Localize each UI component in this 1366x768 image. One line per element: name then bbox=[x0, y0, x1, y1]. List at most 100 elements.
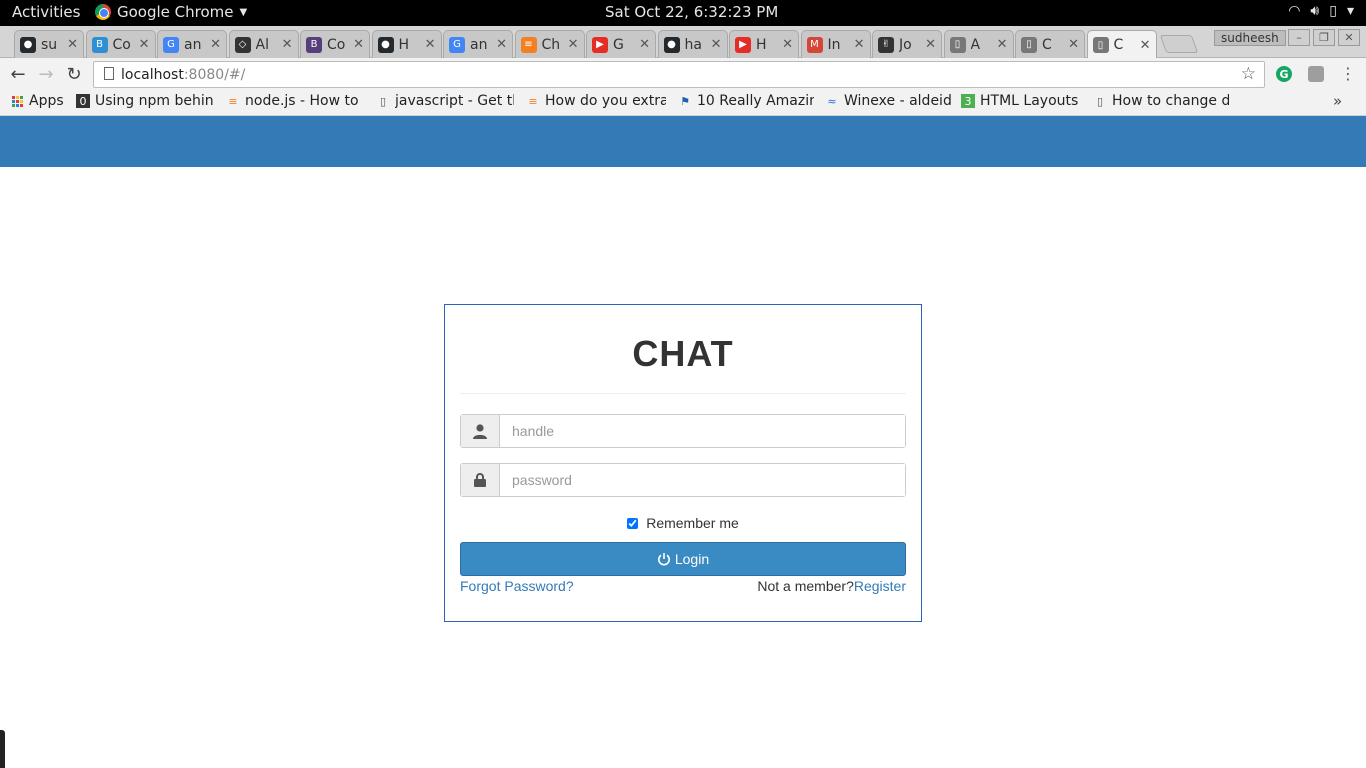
bookmark-item[interactable]: ▯ How to change d bbox=[1093, 93, 1229, 109]
browser-tab[interactable]: B Co ✕ bbox=[300, 30, 370, 58]
close-tab-icon[interactable]: ✕ bbox=[854, 37, 865, 52]
close-tab-icon[interactable]: ✕ bbox=[782, 37, 793, 52]
window-controls: – ❐ ✕ bbox=[1288, 29, 1360, 46]
profile-button[interactable]: sudheesh bbox=[1214, 30, 1286, 46]
browser-tab[interactable]: M In ✕ bbox=[800, 30, 871, 58]
bookmark-item[interactable]: Apps bbox=[10, 93, 68, 109]
browser-tab[interactable]: ▶ H ✕ bbox=[729, 30, 799, 58]
close-tab-icon[interactable]: ✕ bbox=[425, 37, 436, 52]
new-tab-button[interactable] bbox=[1159, 35, 1199, 53]
bookmark-item[interactable]: ≈ Winexe - aldeid bbox=[825, 93, 953, 109]
bootstrap-cdn-icon: B bbox=[91, 36, 108, 53]
maximize-button[interactable]: ❐ bbox=[1313, 29, 1335, 46]
handle-input[interactable] bbox=[500, 415, 905, 447]
browser-tab[interactable]: ✌ Jo ✕ bbox=[872, 30, 942, 58]
bookmark-item[interactable]: 0 Using npm behind bbox=[76, 93, 214, 109]
browser-tab[interactable]: Gan ✕ bbox=[443, 30, 513, 58]
page-icon: ▯ bbox=[1092, 37, 1109, 53]
browser-tab[interactable]: ▯ A ✕ bbox=[943, 30, 1014, 58]
page-header-bar bbox=[0, 116, 1366, 167]
browser-tab[interactable]: ● su ✕ bbox=[14, 30, 84, 58]
browser-tab[interactable]: ▯ C ✕ bbox=[1086, 30, 1157, 59]
minimize-button[interactable]: – bbox=[1288, 29, 1310, 46]
clock[interactable]: Sat Oct 22, 6:32:23 PM bbox=[605, 3, 778, 21]
github-icon: ● bbox=[663, 36, 680, 53]
tab-title: Co bbox=[112, 36, 131, 53]
close-tab-icon[interactable]: ✕ bbox=[282, 37, 293, 52]
bookmark-label: 10 Really Amazin bbox=[697, 93, 814, 109]
bookmark-item[interactable]: ≡ node.js - How to bbox=[226, 93, 360, 109]
bookmark-label: How to change d bbox=[1112, 93, 1229, 109]
wifi-icon: ◠ bbox=[1288, 3, 1301, 19]
grammarly-extension-icon[interactable]: G bbox=[1276, 66, 1292, 82]
tab-strip: ● su ✕ B Co ✕ Gan ✕ ◇ Al ✕ B Co ✕ ● H ✕ Gan ✕ ≡ Ch ✕ ▶ G ✕ ● ha ✕ ▶ H… bbox=[0, 26, 1366, 59]
github-icon: ● bbox=[20, 36, 36, 53]
gmail-icon: M bbox=[806, 36, 823, 53]
tab-title: H bbox=[398, 36, 410, 53]
browser-tab[interactable]: ▶ G ✕ bbox=[586, 30, 656, 58]
dock-handle bbox=[0, 730, 5, 768]
bookmark-label: How do you extra bbox=[545, 93, 666, 109]
back-arrow-icon[interactable]: ← bbox=[7, 63, 29, 85]
register-link[interactable]: Register bbox=[854, 578, 906, 594]
remember-me-label: Remember me bbox=[646, 515, 739, 531]
bookmark-star-icon[interactable]: ☆ bbox=[1241, 64, 1256, 84]
tab-title: Jo bbox=[899, 36, 912, 53]
close-tab-icon[interactable]: ✕ bbox=[353, 37, 364, 52]
stackoverflow-icon: ≡ bbox=[228, 94, 238, 108]
close-tab-icon[interactable]: ✕ bbox=[139, 37, 150, 52]
codepen-icon: ◇ bbox=[234, 36, 251, 53]
chevron-down-icon: ▾ bbox=[1346, 3, 1354, 19]
tab-title: ha bbox=[684, 36, 702, 53]
close-tab-icon[interactable]: ✕ bbox=[568, 37, 579, 52]
extension-icon[interactable] bbox=[1308, 66, 1324, 82]
login-footer: Forgot Password? Not a member?Register bbox=[460, 578, 906, 594]
bookmark-item[interactable]: 3 HTML Layouts bbox=[961, 93, 1083, 109]
browser-tab[interactable]: Gan ✕ bbox=[157, 30, 227, 58]
remember-me-checkbox[interactable] bbox=[627, 517, 639, 529]
browser-tab[interactable]: ≡ Ch ✕ bbox=[514, 30, 585, 58]
close-tab-icon[interactable]: ✕ bbox=[1068, 37, 1079, 52]
page-icon: ▯ bbox=[1021, 36, 1037, 53]
browser-tab[interactable]: ◇ Al ✕ bbox=[228, 30, 299, 58]
w3schools-icon: 3 bbox=[961, 94, 975, 108]
address-bar[interactable]: localhost:8080/#/ ☆ bbox=[93, 61, 1265, 88]
app-menu[interactable]: Google Chrome ▼ bbox=[95, 3, 247, 21]
power-icon bbox=[657, 553, 670, 566]
login-button[interactable]: Login bbox=[460, 542, 906, 576]
bookmark-label: Using npm behind bbox=[95, 93, 214, 109]
bookmarks-bar: Apps 0 Using npm behind ≡ node.js - How to ▯ j… bbox=[0, 90, 1366, 116]
battery-icon: ▯ bbox=[1329, 3, 1337, 19]
chrome-menu-icon[interactable]: ⋮ bbox=[1340, 64, 1356, 83]
forgot-password-link[interactable]: Forgot Password? bbox=[460, 578, 574, 594]
not-member-text: Not a member? bbox=[757, 578, 854, 594]
browser-tab[interactable]: B Co ✕ bbox=[85, 30, 156, 58]
password-input[interactable] bbox=[500, 464, 905, 496]
tab-title: su bbox=[41, 36, 58, 53]
browser-tab[interactable]: ▯ C ✕ bbox=[1015, 30, 1085, 58]
page-icon: ▯ bbox=[1096, 94, 1104, 108]
reload-icon[interactable]: ↻ bbox=[63, 63, 85, 85]
close-tab-icon[interactable]: ✕ bbox=[210, 37, 221, 52]
bookmark-item[interactable]: ≡ How do you extra bbox=[526, 93, 666, 109]
system-tray[interactable]: ◠ 🔊︎ ▯ ▾ bbox=[1288, 3, 1354, 19]
bookmark-item[interactable]: ▯ javascript - Get th bbox=[376, 93, 514, 109]
close-tab-icon[interactable]: ✕ bbox=[639, 37, 650, 52]
close-tab-icon[interactable]: ✕ bbox=[496, 37, 507, 52]
close-tab-icon[interactable]: ✕ bbox=[67, 37, 78, 52]
aldeid-icon: ≈ bbox=[827, 94, 837, 108]
close-tab-icon[interactable]: ✕ bbox=[925, 37, 936, 52]
more-bookmarks-icon[interactable]: » bbox=[1333, 92, 1342, 110]
close-window-button[interactable]: ✕ bbox=[1338, 29, 1360, 46]
close-tab-icon[interactable]: ✕ bbox=[1140, 38, 1151, 53]
bookmark-item[interactable]: ⚑ 10 Really Amazin bbox=[678, 93, 814, 109]
npm-icon: 0 bbox=[76, 94, 90, 108]
browser-tab[interactable]: ● H ✕ bbox=[371, 30, 442, 58]
browser-tab[interactable]: ● ha ✕ bbox=[657, 30, 728, 58]
close-tab-icon[interactable]: ✕ bbox=[711, 37, 722, 52]
activities-button[interactable]: Activities bbox=[12, 3, 80, 21]
app-name: Google Chrome bbox=[117, 3, 234, 21]
forward-arrow-icon[interactable]: → bbox=[35, 63, 57, 85]
page-info-icon[interactable] bbox=[104, 67, 114, 80]
close-tab-icon[interactable]: ✕ bbox=[997, 37, 1008, 52]
